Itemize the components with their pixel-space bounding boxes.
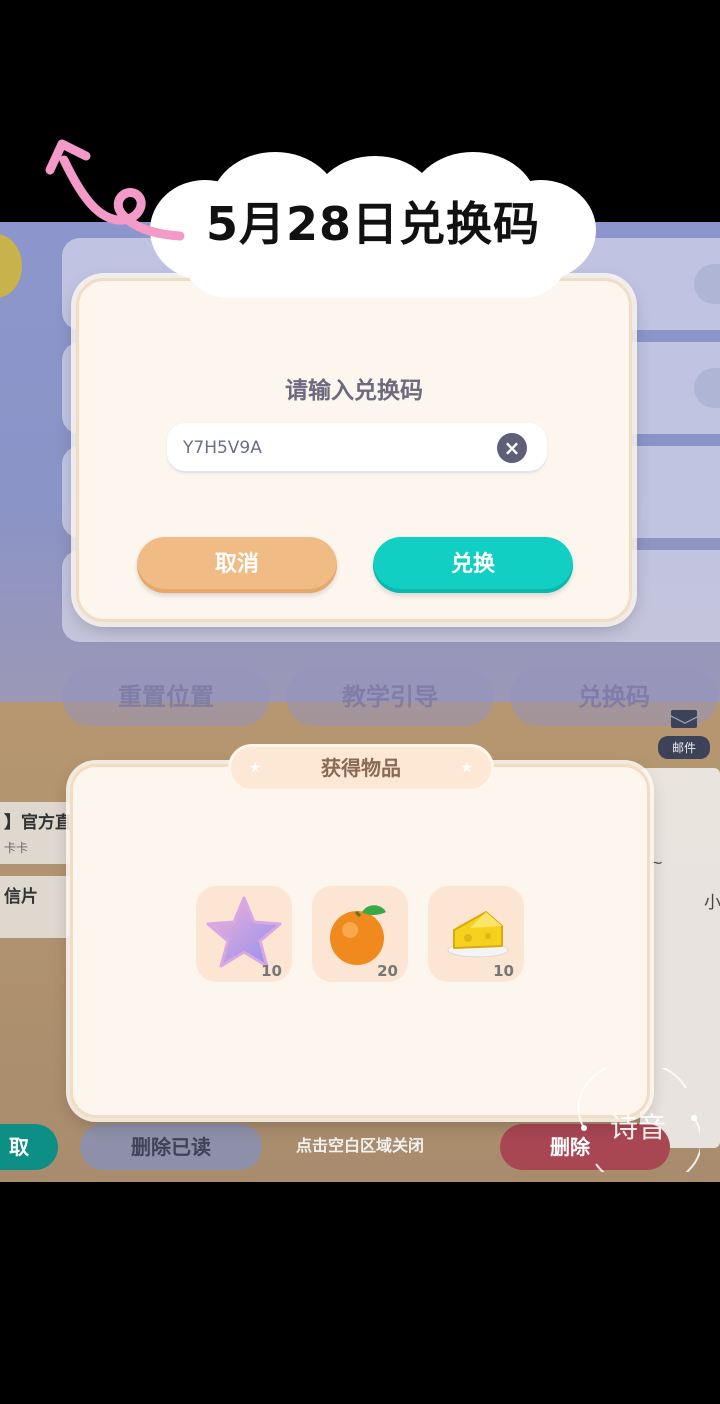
claim-all-button[interactable]: 取 <box>0 1124 58 1170</box>
items-dialog-title: ★ 获得物品 ★ <box>228 744 494 792</box>
redeem-code-field[interactable]: × <box>167 423 547 473</box>
clear-icon[interactable]: × <box>497 433 527 463</box>
item-slot-star[interactable]: 10 <box>196 886 292 982</box>
cancel-button[interactable]: 取消 <box>137 537 337 593</box>
item-count: 10 <box>493 962 514 980</box>
tab-tutorial[interactable]: 教学引导 <box>286 668 494 726</box>
mail-label: 邮件 <box>658 736 710 759</box>
redeem-dialog: 请输入兑换码 × 取消 兑换 <box>76 278 632 622</box>
tab-reset-position[interactable]: 重置位置 <box>62 668 270 726</box>
item-slot-orange[interactable]: 20 <box>312 886 408 982</box>
arrow-icon <box>45 139 185 241</box>
item-count: 20 <box>377 962 398 980</box>
star-decoration-icon: ★ <box>460 760 473 776</box>
headline: 5月28日兑换码 <box>205 197 541 251</box>
redeem-button[interactable]: 兑换 <box>373 537 573 593</box>
redeem-title: 请输入兑换码 <box>285 378 423 404</box>
watermark: 诗音 <box>576 1068 700 1172</box>
mail-button[interactable]: 邮件 <box>658 706 710 762</box>
mail-list-item[interactable]: 信片 <box>0 876 72 938</box>
redeem-code-input[interactable] <box>183 423 493 473</box>
item-count: 10 <box>261 962 282 980</box>
delete-read-button[interactable]: 删除已读 <box>80 1124 262 1170</box>
mail-list-item[interactable]: 】官方直 卡卡 <box>0 802 72 864</box>
item-slot-cheese[interactable]: 10 <box>428 886 524 982</box>
mail-icon <box>671 710 697 728</box>
close-hint: 点击空白区域关闭 <box>295 1136 424 1155</box>
star-decoration-icon: ★ <box>249 760 262 776</box>
